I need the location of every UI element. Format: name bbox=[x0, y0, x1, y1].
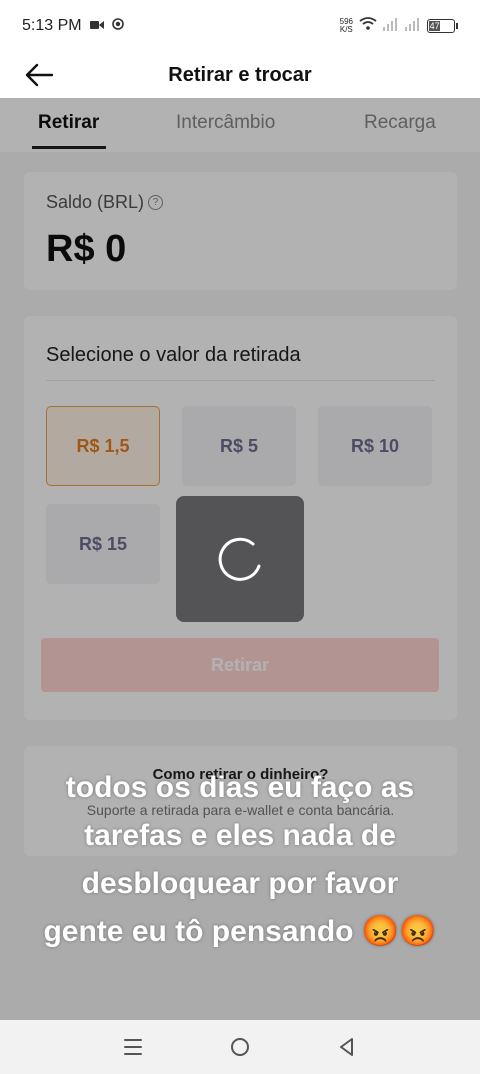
back-button[interactable] bbox=[22, 58, 56, 92]
video-caption: todos os dias eu faço as tarefas e eles … bbox=[43, 771, 437, 948]
status-right: 596 K/S 47 bbox=[340, 16, 458, 36]
back-nav-button[interactable] bbox=[327, 1027, 367, 1067]
arrow-left-icon bbox=[25, 63, 54, 87]
loading-dialog bbox=[176, 496, 304, 622]
page-title: Retirar e trocar bbox=[168, 63, 312, 86]
wifi-icon bbox=[359, 16, 377, 36]
back-triangle-icon bbox=[339, 1038, 353, 1056]
network-speed-unit: K/S bbox=[339, 25, 353, 34]
menu-icon bbox=[124, 1039, 143, 1055]
signal-icon bbox=[383, 17, 399, 36]
status-left: 5:13 PM bbox=[22, 17, 124, 35]
status-bar: 5:13 PM 596 K/S 47 bbox=[0, 0, 480, 52]
system-nav-bar bbox=[0, 1020, 480, 1074]
menu-button[interactable] bbox=[113, 1027, 153, 1067]
home-circle-icon bbox=[230, 1038, 249, 1056]
home-button[interactable] bbox=[220, 1027, 260, 1067]
status-time: 5:13 PM bbox=[22, 17, 82, 34]
video-camera-icon bbox=[89, 17, 104, 35]
record-icon bbox=[111, 17, 124, 35]
network-speed: 596 K/S bbox=[340, 18, 353, 34]
app-header: Retirar e trocar bbox=[0, 52, 480, 98]
battery-level: 47 bbox=[429, 20, 441, 31]
battery-icon: 47 bbox=[427, 19, 458, 33]
loading-spinner-icon bbox=[218, 537, 261, 581]
signal-icon-2 bbox=[405, 17, 421, 36]
